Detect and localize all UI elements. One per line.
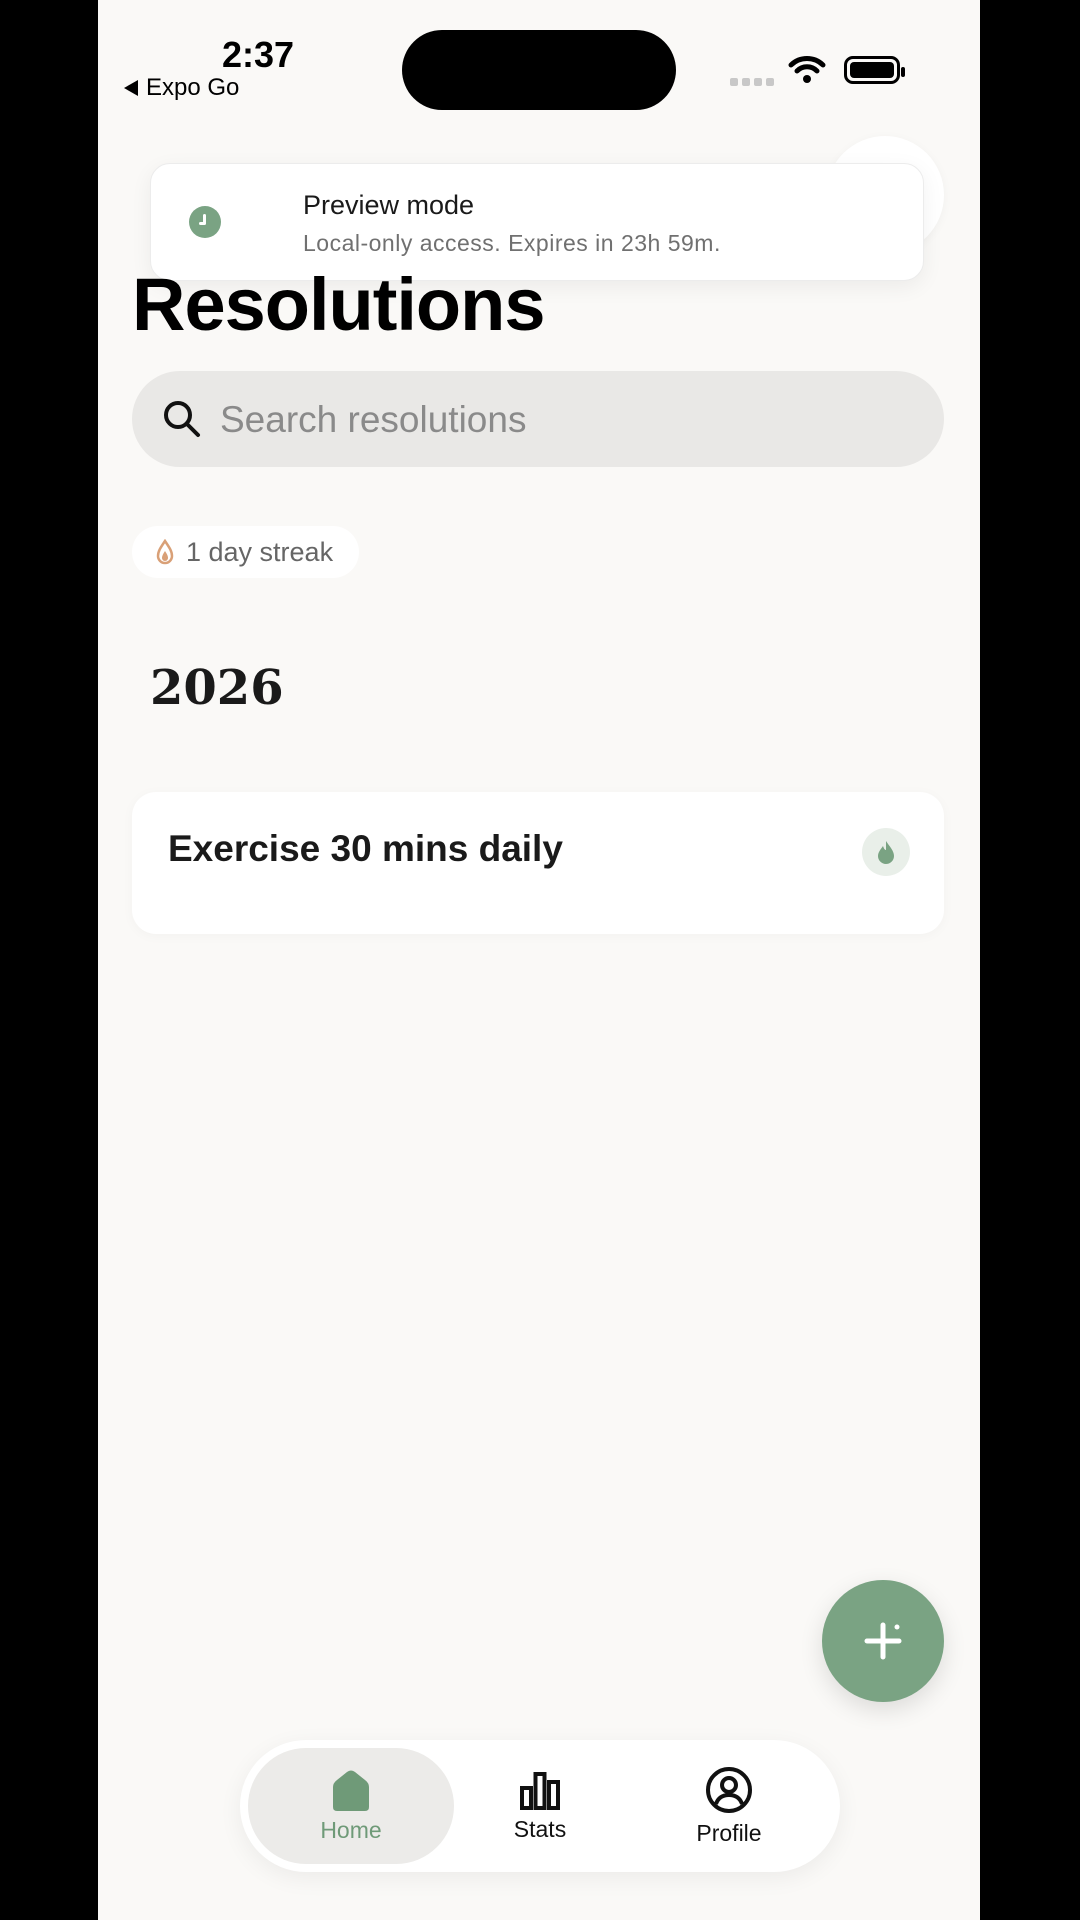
stats-icon [520,1771,560,1810]
tab-profile-label: Profile [696,1819,762,1846]
streak-label: 1 day streak [186,536,334,567]
flame-icon [156,539,174,565]
tab-profile[interactable]: Profile [626,1748,832,1864]
tab-home[interactable]: Home [248,1748,454,1864]
section-year-heading: 2026 [150,660,284,716]
back-label: Expo Go [146,74,240,101]
search-bar[interactable] [132,371,944,467]
profile-icon [706,1766,752,1813]
app-screen: 2:37 Expo Go Preview mode Local-only acc… [98,0,980,1920]
battery-icon [844,56,905,84]
resolution-title: Exercise 30 mins daily [168,828,563,869]
search-icon [164,401,200,437]
plus-icon [864,1622,902,1660]
tab-home-label: Home [320,1816,382,1843]
toast-title: Preview mode [303,190,475,220]
status-time: 2:37 [222,34,295,75]
dynamic-island [402,30,676,110]
add-resolution-button[interactable] [822,1580,944,1702]
back-to-expo-go[interactable]: Expo Go [124,74,239,102]
flame-icon [878,841,894,864]
toast-subtitle: Local-only access. Expires in 23h 59m. [303,230,721,256]
tab-stats-label: Stats [513,1815,567,1842]
bottom-tab-bar: Home Stats Profile [240,1740,840,1872]
wifi-icon [788,56,826,83]
cellular-signal-icon [730,78,774,86]
page-title: Resolutions [132,263,545,346]
back-arrow-icon [124,80,138,96]
resolution-card[interactable]: Exercise 30 mins daily [132,792,944,934]
search-input[interactable] [218,391,902,449]
streak-badge: 1 day streak [132,526,360,578]
home-icon [333,1770,369,1811]
tab-stats[interactable]: Stats [437,1748,643,1864]
resolution-streak-badge [862,828,910,876]
clock-icon [189,206,221,238]
